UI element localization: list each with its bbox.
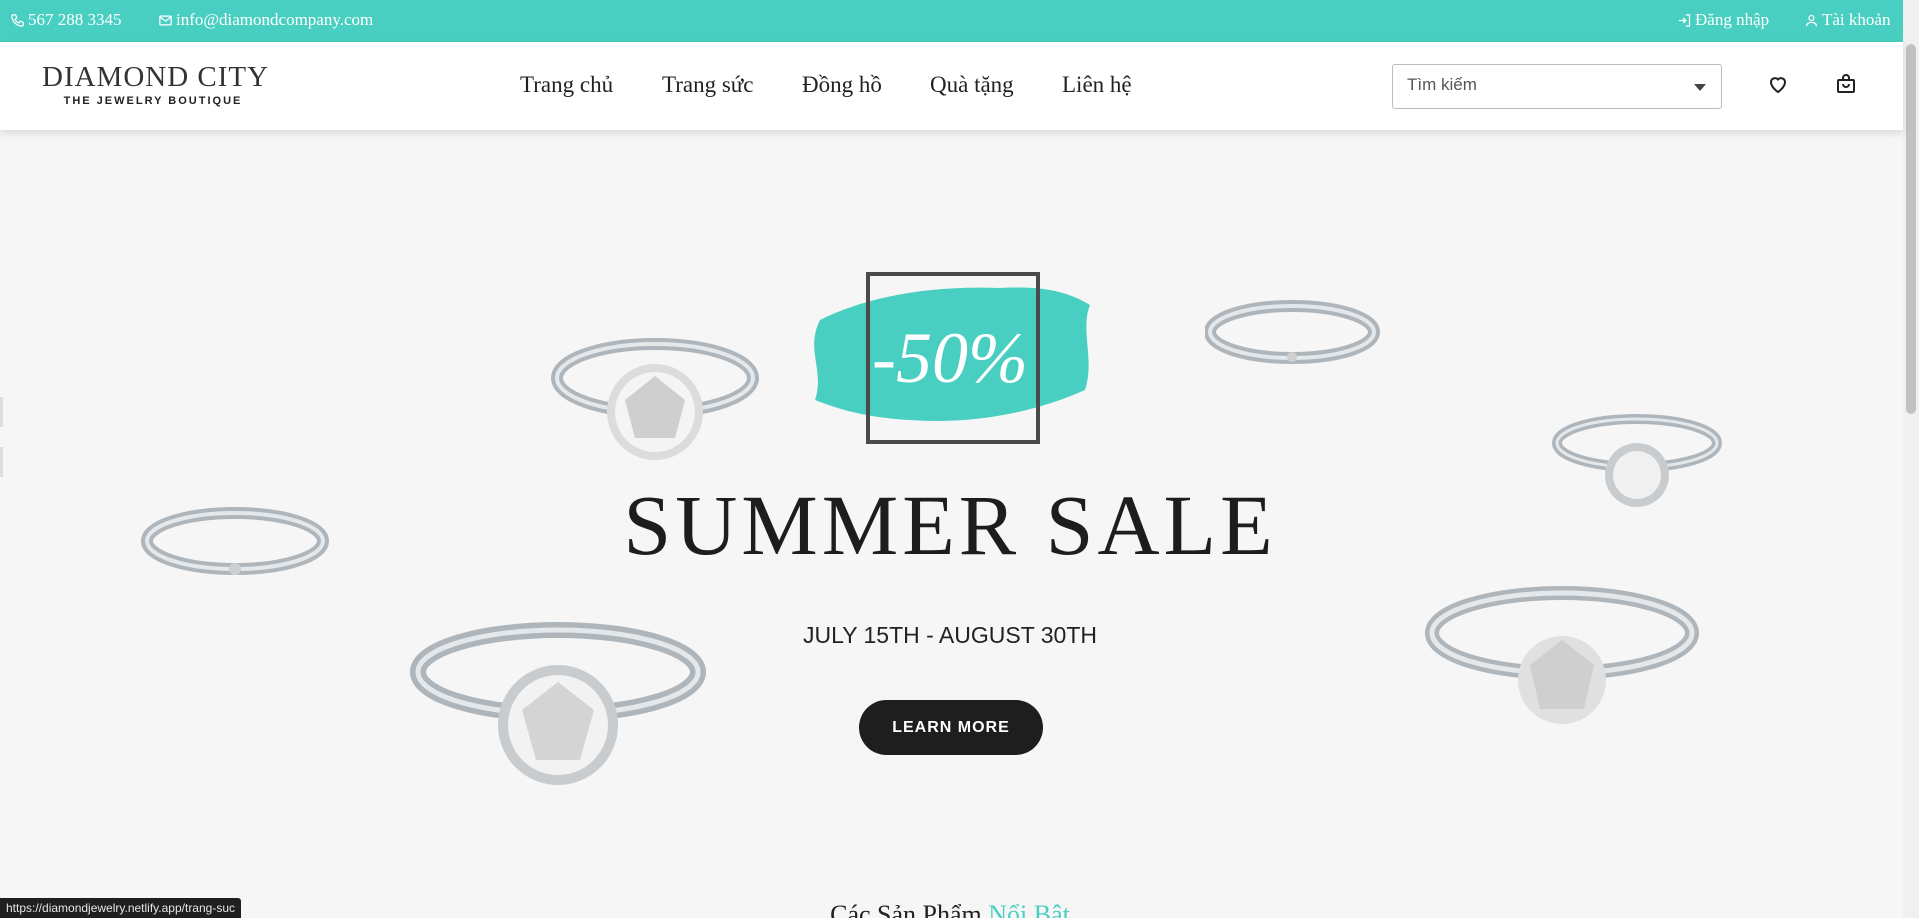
hero-headline: SUMMER SALE [623, 477, 1277, 573]
ring-image [551, 338, 759, 460]
learn-more-button[interactable]: LEARN MORE [859, 700, 1043, 755]
logo-title: DIAMOND CITY [42, 61, 270, 93]
nav-item-watches[interactable]: Đồng hồ [802, 72, 882, 98]
hero-dates: JULY 15TH - AUGUST 30TH [803, 622, 1097, 648]
nav-item-contact[interactable]: Liên hệ [1062, 72, 1132, 98]
browser-status-url: https://diamondjewelry.netlify.app/trang… [0, 898, 242, 918]
top-contact-bar: 567 288 3345 info@diamondcompany.com Đăn… [0, 0, 1919, 42]
phone-contact[interactable]: 567 288 3345 [10, 10, 122, 30]
slider-edge-tab[interactable] [0, 397, 3, 427]
phone-icon [11, 13, 24, 27]
login-icon [1678, 13, 1691, 27]
account-link[interactable]: Tài khoản [1804, 10, 1890, 30]
login-label: Đăng nhập [1695, 10, 1770, 29]
hero-banner: -50% SUMMER SALE JULY 15TH - AUGUST 30TH… [0, 130, 1903, 895]
nav-item-jewelry[interactable]: Trang sức [662, 72, 753, 98]
page-scrollbar[interactable] [1903, 0, 1919, 918]
scrollbar-thumb[interactable] [1906, 44, 1916, 414]
ring-image [1425, 586, 1699, 724]
phone-number: 567 288 3345 [28, 10, 122, 29]
search-box[interactable] [1392, 64, 1722, 109]
shopping-bag-icon[interactable] [1834, 72, 1858, 96]
discount-badge: -50% [814, 272, 1090, 444]
ring-image [1205, 300, 1380, 364]
logo-tagline: THE JEWELRY BOUTIQUE [63, 95, 243, 107]
featured-products-heading: Các Sản Phẩm Nổi Bật [0, 900, 1900, 918]
site-logo[interactable]: DIAMOND CITY THE JEWELRY BOUTIQUE [42, 61, 270, 107]
account-label: Tài khoản [1822, 10, 1891, 29]
section-title-accent: Nổi Bật [988, 900, 1070, 918]
nav-item-gifts[interactable]: Quà tặng [930, 72, 1014, 98]
discount-text: -50% [872, 318, 1028, 398]
heart-icon[interactable] [1766, 72, 1790, 96]
login-link[interactable]: Đăng nhập [1677, 10, 1769, 30]
user-icon [1805, 14, 1818, 26]
main-header: DIAMOND CITY THE JEWELRY BOUTIQUE Trang … [0, 42, 1903, 130]
nav-item-home[interactable]: Trang chủ [520, 72, 613, 98]
mail-icon [159, 15, 172, 25]
email-contact[interactable]: info@diamondcompany.com [158, 10, 373, 30]
slider-edge-tab[interactable] [0, 447, 3, 477]
section-title-prefix: Các Sản Phẩm [830, 900, 989, 918]
search-input[interactable] [1407, 75, 1677, 95]
chevron-down-icon[interactable] [1694, 84, 1706, 91]
email-address: info@diamondcompany.com [176, 10, 374, 29]
